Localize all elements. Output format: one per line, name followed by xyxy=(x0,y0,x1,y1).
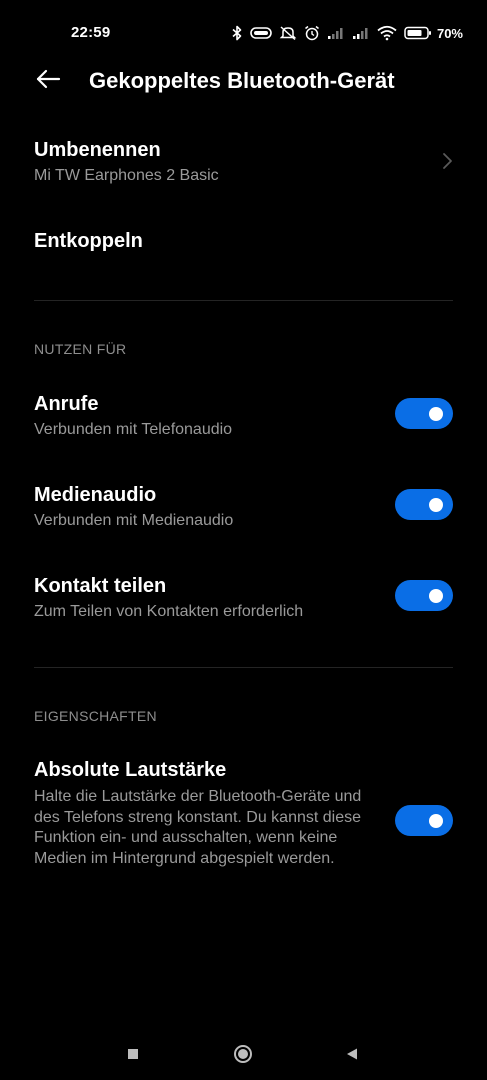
app-header: Gekoppeltes Bluetooth-Gerät xyxy=(0,56,487,106)
home-button[interactable] xyxy=(231,1044,255,1068)
contact-sharing-subtitle: Zum Teilen von Kontakten erforderlich xyxy=(34,603,304,620)
media-audio-title: Medienaudio xyxy=(34,484,157,506)
contact-sharing-row[interactable]: Kontakt teilen Zum Teilen von Kontakten … xyxy=(0,566,487,632)
contact-sharing-toggle[interactable] xyxy=(395,580,453,611)
divider xyxy=(34,667,453,668)
calls-row[interactable]: Anrufe Verbunden mit Telefonaudio xyxy=(0,384,487,450)
toggle-knob xyxy=(429,406,443,421)
signal-2-icon xyxy=(352,26,370,40)
absolute-volume-toggle[interactable] xyxy=(395,805,453,836)
page-title: Gekoppeltes Bluetooth-Gerät xyxy=(89,68,395,93)
recents-square-icon xyxy=(127,1047,139,1065)
alarm-icon xyxy=(304,25,320,41)
absolute-volume-title: Absolute Lautstärke xyxy=(34,759,227,781)
wifi-icon xyxy=(377,25,397,41)
status-time: 22:59 xyxy=(71,24,111,41)
recents-button[interactable] xyxy=(121,1044,145,1068)
battery-percent: 70% xyxy=(436,25,463,41)
rename-label: Umbenennen xyxy=(34,139,161,161)
nav-back-button[interactable] xyxy=(340,1044,364,1068)
media-audio-subtitle: Verbunden mit Medienaudio xyxy=(34,512,234,529)
toggle-knob xyxy=(429,813,443,828)
status-icons: 70% xyxy=(231,22,463,44)
home-circle-icon xyxy=(233,1044,253,1069)
calls-title: Anrufe xyxy=(34,393,99,415)
unpair-label: Entkoppeln xyxy=(34,230,143,252)
navigation-bar xyxy=(0,1030,487,1080)
calls-toggle[interactable] xyxy=(395,398,453,429)
back-triangle-icon xyxy=(345,1047,359,1066)
silent-icon xyxy=(279,25,297,41)
media-audio-toggle[interactable] xyxy=(395,489,453,520)
media-audio-row[interactable]: Medienaudio Verbunden mit Medienaudio xyxy=(0,475,487,541)
section-header-properties: EIGENSCHAFTEN xyxy=(34,708,157,724)
device-name: Mi TW Earphones 2 Basic xyxy=(34,167,219,184)
chevron-right-icon xyxy=(441,152,453,170)
battery-icon xyxy=(404,26,432,40)
divider xyxy=(34,300,453,301)
headset-battery-icon xyxy=(250,26,272,40)
back-button[interactable] xyxy=(26,64,70,98)
arrow-left-icon xyxy=(35,69,61,94)
calls-subtitle: Verbunden mit Telefonaudio xyxy=(34,421,233,438)
toggle-knob xyxy=(429,497,443,512)
absolute-volume-row[interactable]: Absolute Lautstärke Halte die Lautstärke… xyxy=(0,750,487,890)
signal-1-icon xyxy=(327,26,345,40)
rename-row[interactable]: Umbenennen Mi TW Earphones 2 Basic xyxy=(0,130,487,200)
contact-sharing-title: Kontakt teilen xyxy=(34,575,167,597)
toggle-knob xyxy=(429,588,443,603)
bluetooth-icon xyxy=(231,25,243,41)
section-header-use-for: NUTZEN FÜR xyxy=(34,341,127,357)
absolute-volume-description: Halte die Lautstärke der Bluetooth-Gerät… xyxy=(34,788,362,867)
unpair-row[interactable]: Entkoppeln xyxy=(0,218,487,268)
